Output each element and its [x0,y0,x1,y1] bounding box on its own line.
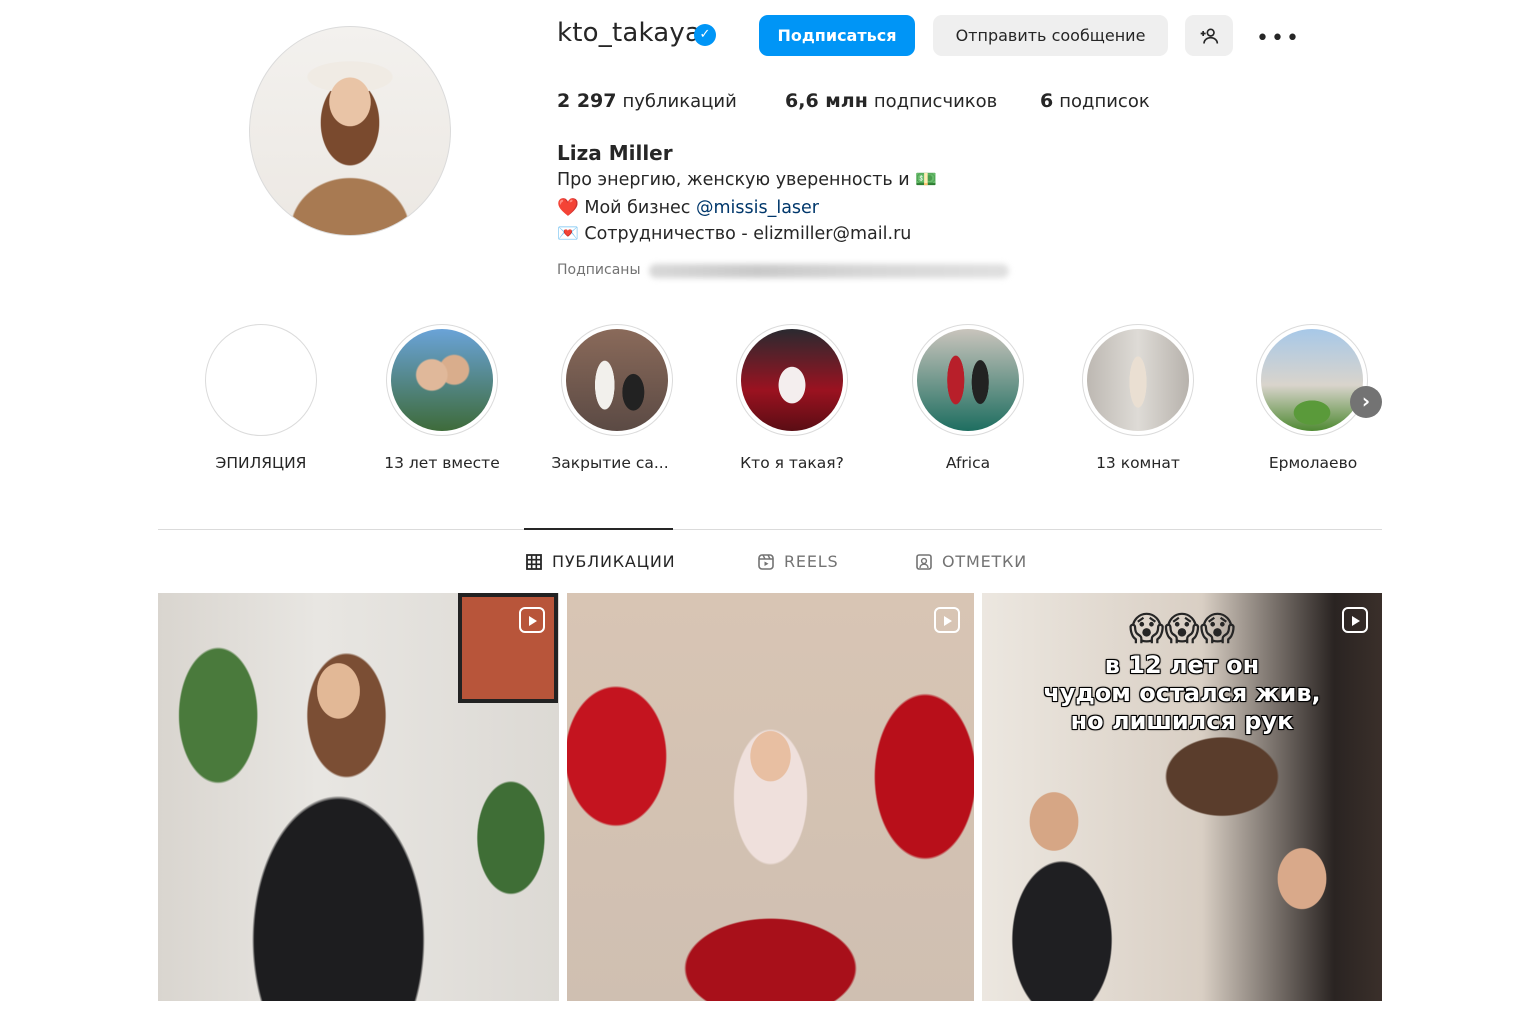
highlight-label-7: Ермолаево [1268,454,1358,472]
post-tile-1[interactable] [158,593,559,1001]
post-3-caption-line-3: но лишился рук [1070,707,1294,735]
followers-label: подписчиков [873,91,998,112]
profile-full-name: Liza Miller [557,141,673,165]
follow-button[interactable]: Подписаться [759,15,915,56]
highlight-2[interactable] [386,324,498,436]
tagged-icon [916,553,932,570]
active-tab-indicator [524,528,673,530]
followers-stat[interactable]: 6,6 млн подписчиков [785,90,997,112]
tab-reels-label: REELS [784,552,839,571]
tab-posts-label: ПУБЛИКАЦИИ [552,552,676,571]
verified-badge-icon: ✓ [694,24,716,46]
following-label: подписок [1059,91,1150,112]
posts-label: публикаций [622,91,737,112]
highlight-4[interactable] [736,324,848,436]
followed-by-names-blurred[interactable] [649,264,1009,278]
reel-icon [934,607,960,633]
add-person-icon [1200,27,1219,44]
tab-tagged[interactable]: ОТМЕТКИ [916,552,1027,571]
posts-stat: 2 297 публикаций [557,90,737,112]
post-3-caption-line-1: в 12 лет он [1104,651,1260,679]
reels-icon [758,553,774,570]
more-options-icon[interactable]: ••• [1256,26,1301,51]
highlight-1[interactable] [205,324,317,436]
bio-line-3: 💌 Сотрудничество - elizmiller@mail.ru [557,224,912,244]
post-3-caption-line-2: чудом остался жив, [1043,679,1321,707]
following-stat[interactable]: 6 подписок [1040,90,1150,112]
post-3-overlay-emoji: 😱😱😱 [1128,609,1236,649]
posts-count: 2 297 [557,90,617,112]
tab-tagged-label: ОТМЕТКИ [942,552,1027,571]
highlight-label-1: ЭПИЛЯЦИЯ [215,454,307,472]
following-count: 6 [1040,90,1054,112]
business-account-link[interactable]: @missis_laser [696,198,819,218]
post-3-overlay-caption: в 12 лет он чудом остался жив, но лишилс… [982,651,1382,735]
reel-icon [519,607,545,633]
tabs-divider [158,529,1382,530]
highlight-label-3: Закрытие са... [551,454,669,472]
followed-by-label: Подписаны [557,262,641,278]
send-message-button[interactable]: Отправить сообщение [933,15,1168,56]
highlight-5[interactable] [912,324,1024,436]
grid-icon [526,553,542,570]
profile-username: kto_takaya [557,18,702,48]
post-tile-3[interactable]: 😱😱😱 в 12 лет он чудом остался жив, но ли… [982,593,1382,1001]
tab-posts[interactable]: ПУБЛИКАЦИИ [526,552,675,571]
tab-reels[interactable]: REELS [758,552,838,571]
followers-count: 6,6 млн [785,90,868,112]
suggested-users-button[interactable] [1185,15,1233,56]
post-tile-2[interactable] [567,593,974,1001]
bio-line-1: Про энергию, женскую уверенность и 💵 [557,170,938,190]
highlight-label-2: 13 лет вместе [384,454,500,472]
profile-avatar[interactable] [249,26,451,236]
highlight-label-4: Кто я такая? [740,454,844,472]
bio-line-2: ❤️ Мой бизнес @missis_laser [557,198,819,218]
highlight-7[interactable] [1256,324,1368,436]
highlight-label-6: 13 комнат [1096,454,1180,472]
highlights-next-arrow-icon[interactable]: › [1350,386,1382,418]
highlight-label-5: Africa [945,454,991,472]
highlight-3[interactable] [561,324,673,436]
bio-business-label: ❤️ Мой бизнес [557,198,696,218]
highlight-6[interactable] [1082,324,1194,436]
